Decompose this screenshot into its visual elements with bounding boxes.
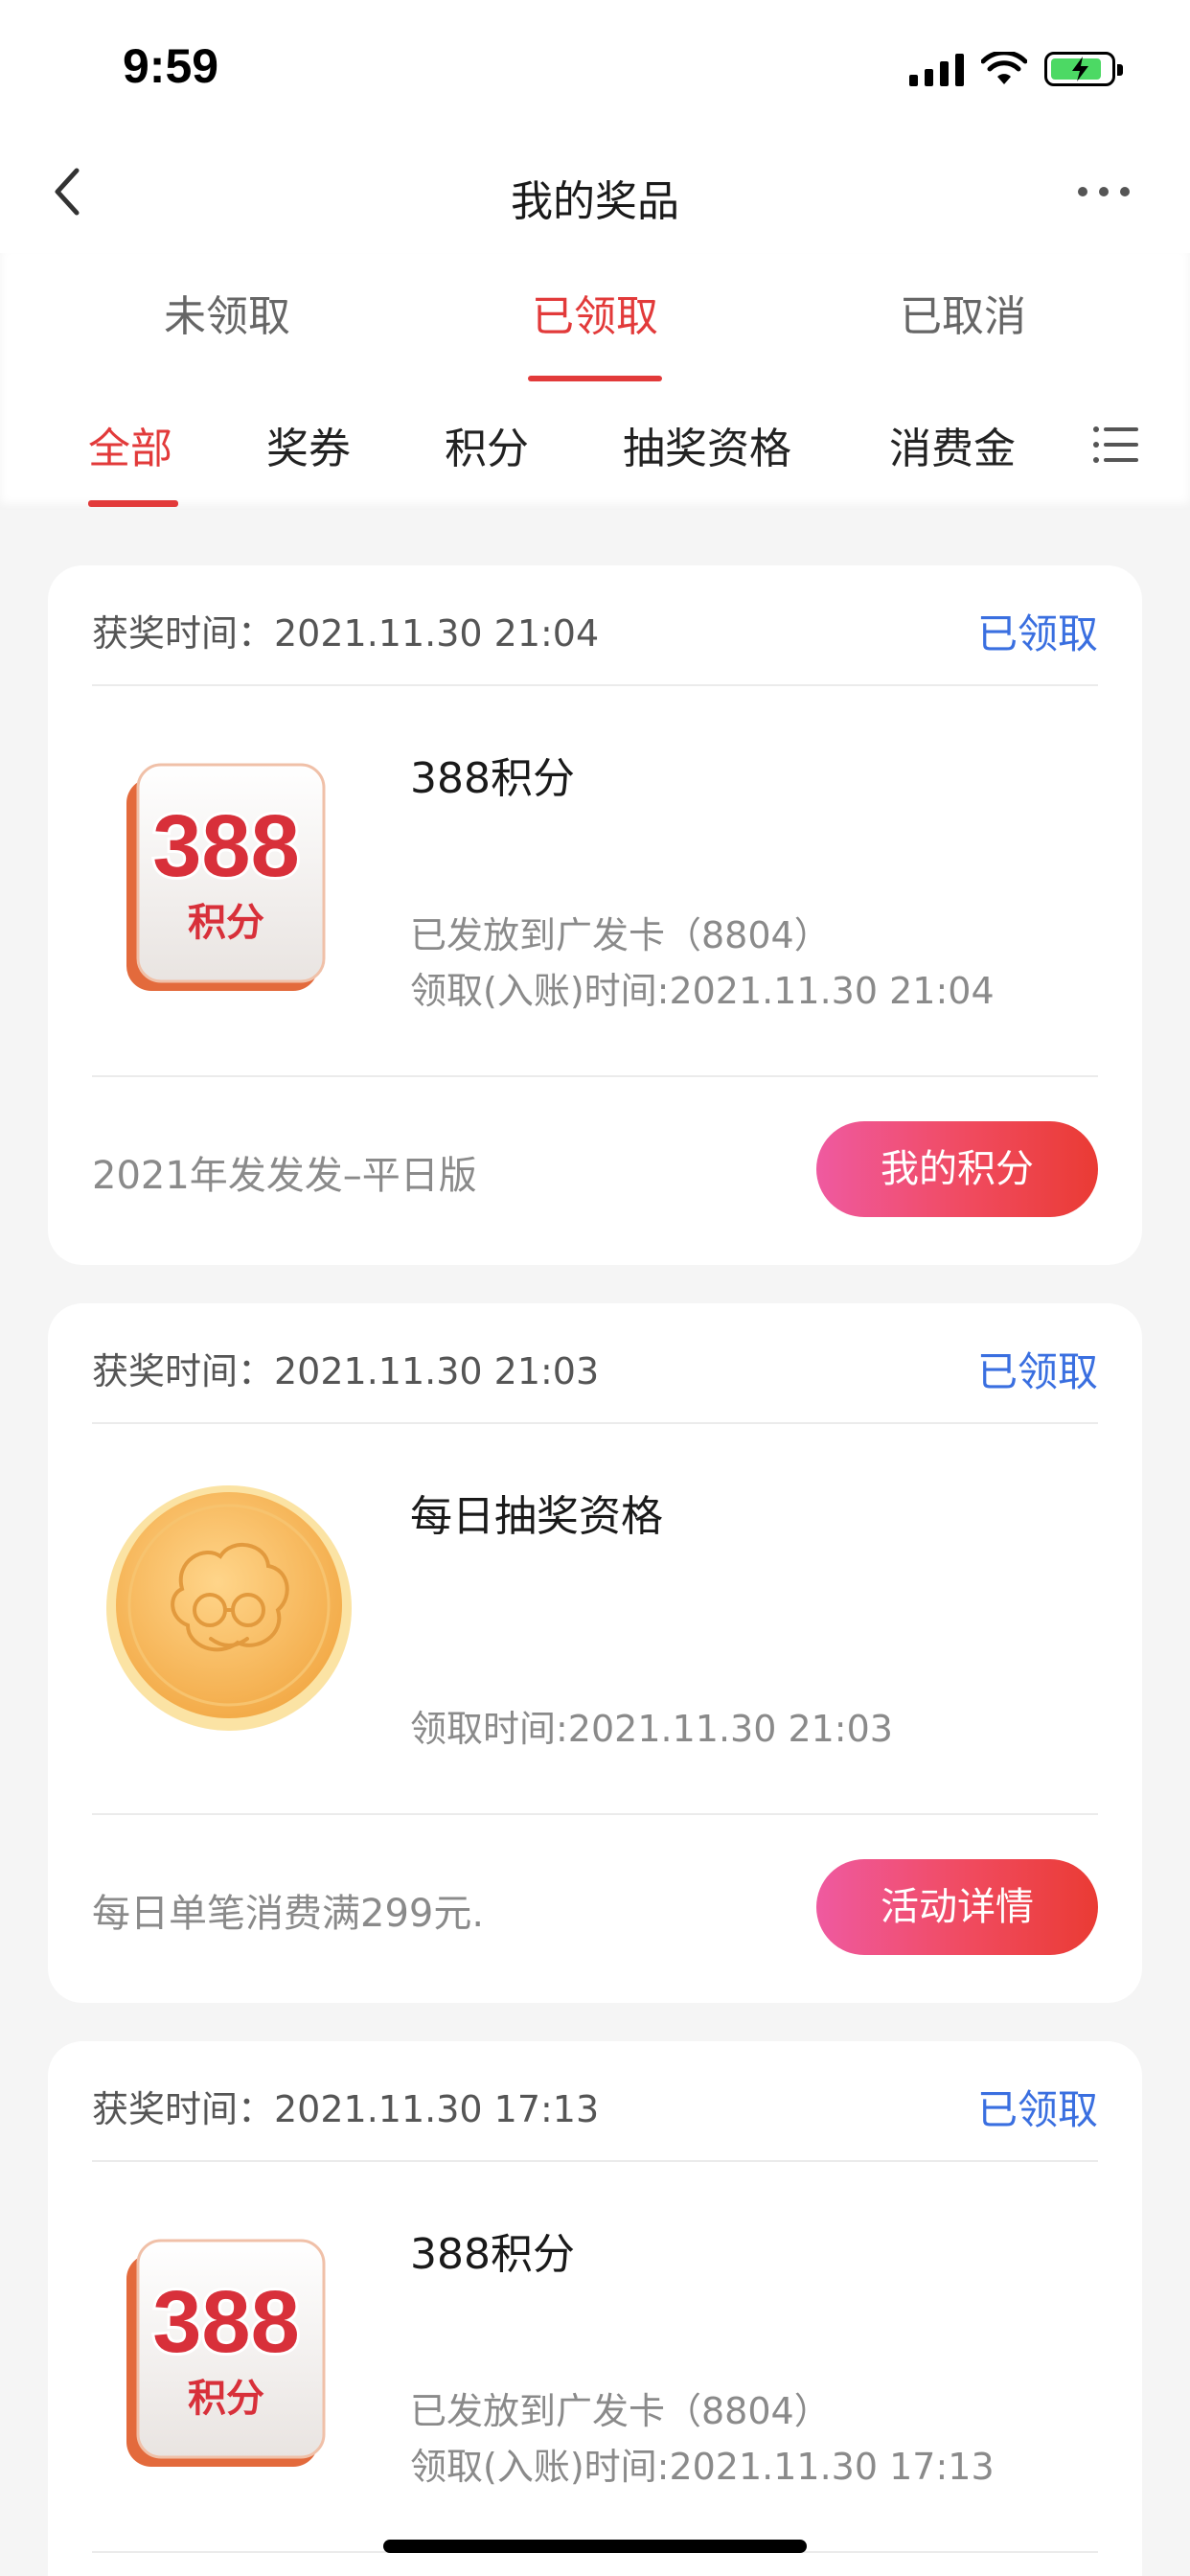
card-header: 获奖时间：2021.11.30 21:04 已领取 [92, 604, 1098, 657]
points-388-badge-image: 388 积分 [126, 763, 326, 991]
campaign-name: 每日单笔消费满299元. [92, 1892, 485, 1936]
award-time: 获奖时间：2021.11.30 17:13 [92, 2088, 600, 2130]
more-icon[interactable] [1075, 182, 1133, 201]
prize-name: 每日抽奖资格 [410, 1492, 663, 1541]
status-bar: 9:59 [0, 0, 1190, 134]
status-badge: 已领取 [976, 2086, 1098, 2133]
tab-unclaimed[interactable]: 未领取 [35, 282, 419, 343]
prize-info-line: 领取(入账)时间:2021.11.30 21:04 [410, 970, 995, 1012]
status-tab-indicator [528, 376, 662, 381]
category-tab-spending[interactable]: 消费金 [889, 414, 1016, 475]
campaign-name: 2021年发发发–平日版 [92, 1154, 477, 1198]
status-time: 9:59 [123, 39, 219, 93]
prize-info-line: 已发放到广发卡（8804） [410, 914, 831, 956]
svg-text:388: 388 [152, 2273, 300, 2371]
nav-bar: 我的奖品 [0, 134, 1190, 253]
divider [92, 1813, 1098, 1815]
award-time: 获奖时间：2021.11.30 21:03 [92, 1350, 600, 1392]
points-388-badge-image: 388 积分 [126, 2239, 326, 2467]
page-title: 我的奖品 [511, 177, 679, 226]
prize-name: 388积分 [410, 2230, 575, 2279]
prize-card: 获奖时间：2021.11.30 21:04 已领取 388 积分 388积分 已… [48, 565, 1142, 1265]
cellular-signal-icon [909, 52, 964, 86]
divider [92, 1075, 1098, 1077]
divider [92, 1422, 1098, 1424]
status-badge: 已领取 [976, 1348, 1098, 1395]
tab-claimed[interactable]: 已领取 [403, 282, 787, 343]
my-points-button[interactable]: 我的积分 [816, 1121, 1098, 1217]
prize-card: 获奖时间：2021.11.30 21:03 已领取 每日抽奖资格 领取时间:20… [48, 1303, 1142, 2003]
card-header: 获奖时间：2021.11.30 21:03 已领取 [92, 1342, 1098, 1395]
award-time: 获奖时间：2021.11.30 21:04 [92, 612, 600, 655]
battery-icon [1044, 52, 1123, 86]
category-tab-lottery[interactable]: 抽奖资格 [623, 414, 791, 475]
svg-text:388: 388 [152, 797, 300, 895]
prize-info-line: 已发放到广发卡（8804） [410, 2390, 831, 2432]
prize-info-line: 领取时间:2021.11.30 21:03 [410, 1708, 893, 1750]
category-tab-coupons[interactable]: 奖券 [266, 414, 351, 475]
tabs-area: 未领取 已领取 已取消 全部 奖券 积分 抽奖资格 消费金 [0, 253, 1190, 510]
divider [92, 684, 1098, 686]
category-tab-indicator [88, 500, 178, 507]
status-badge: 已领取 [976, 610, 1098, 657]
status-icons [909, 48, 1123, 90]
category-tab-points[interactable]: 积分 [445, 414, 529, 475]
home-indicator [383, 2540, 807, 2553]
prize-card: 获奖时间：2021.11.30 17:13 已领取 388 积分 388积分 已… [48, 2041, 1142, 2576]
gold-coin-image [106, 1485, 352, 1731]
category-tab-all[interactable]: 全部 [88, 414, 172, 475]
prize-info-line: 领取(入账)时间:2021.11.30 17:13 [410, 2446, 995, 2488]
prize-name: 388积分 [410, 754, 575, 803]
divider [92, 2160, 1098, 2162]
badge-caption: 积分 [188, 2377, 264, 2421]
badge-caption: 积分 [188, 901, 264, 945]
activity-details-button[interactable]: 活动详情 [816, 1859, 1098, 1955]
wifi-icon [981, 52, 1027, 84]
card-header: 获奖时间：2021.11.30 17:13 已领取 [92, 2080, 1098, 2133]
list-menu-icon[interactable] [1092, 424, 1140, 466]
tab-cancelled[interactable]: 已取消 [771, 282, 1155, 343]
